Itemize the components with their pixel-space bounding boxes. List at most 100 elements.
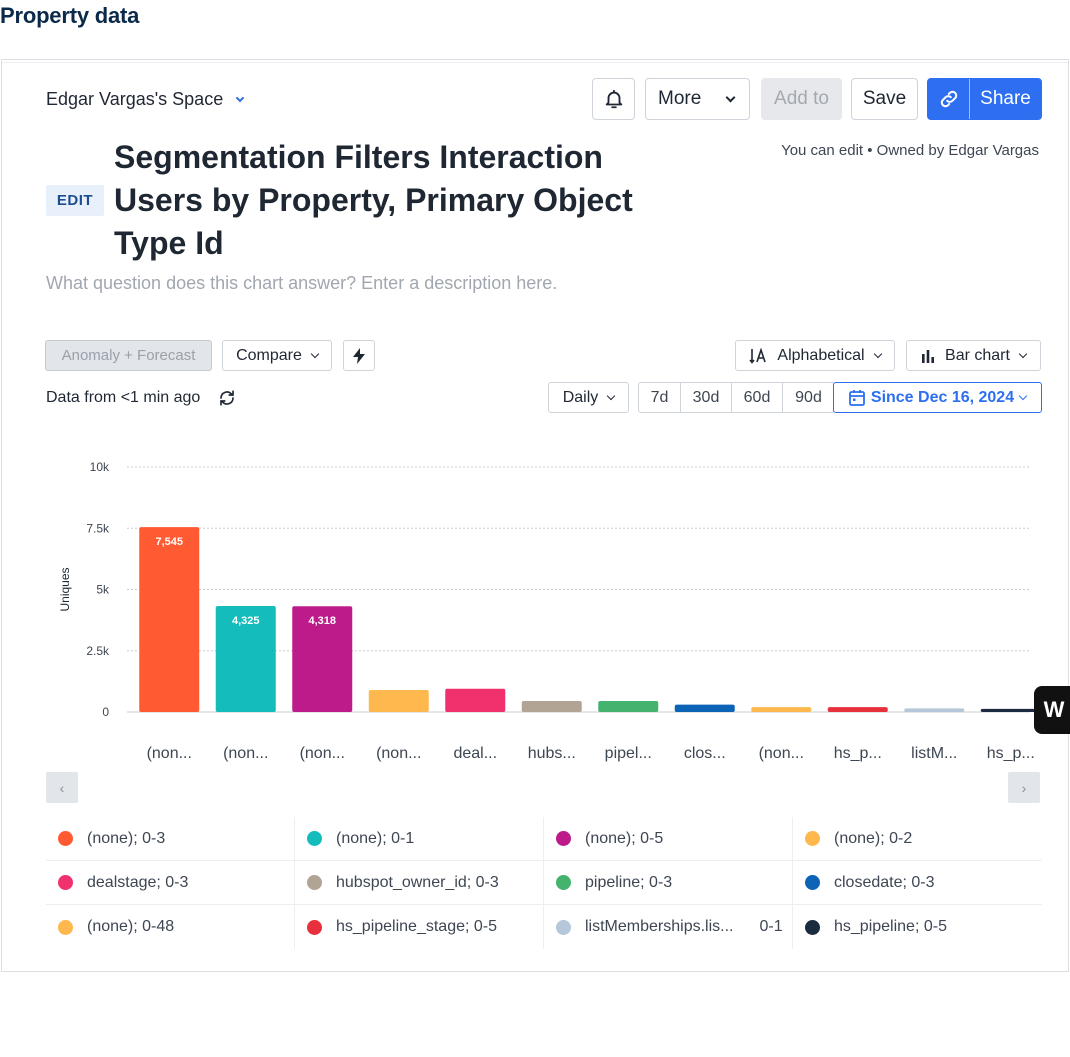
share-button[interactable]: Share	[927, 78, 1042, 120]
chart-title[interactable]: Segmentation Filters Interaction Users b…	[114, 136, 634, 265]
bar	[827, 707, 888, 712]
compare-label: Compare	[236, 346, 302, 364]
legend-label: hs_pipeline; 0-5	[834, 918, 947, 935]
legend-item[interactable]: listMemberships.lis... 0-1	[544, 905, 793, 949]
legend-item[interactable]: (none); 0-48	[46, 905, 295, 949]
chevron-right-icon: ›	[1021, 779, 1027, 796]
anomaly-label: Anomaly + Forecast	[61, 347, 196, 364]
add-to-button[interactable]: Add to	[761, 78, 842, 120]
x-tick-label: (non...	[300, 745, 345, 762]
lightning-icon	[353, 347, 365, 364]
x-tick-label: (non...	[223, 745, 268, 762]
chart-area: 0 2.5k 5k 7.5k 10k Uniques 7,545 (non... 4,325 (n…	[42, 452, 1042, 782]
since-date-picker[interactable]: Since Dec 16, 2024	[833, 382, 1042, 413]
legend-item[interactable]: dealstage; 0-3	[46, 861, 295, 905]
lightning-button[interactable]	[343, 340, 375, 371]
x-tick-label: (non...	[759, 745, 804, 762]
legend-label: dealstage; 0-3	[87, 873, 189, 891]
chevron-left-icon: ‹	[59, 779, 65, 796]
interval-label: Daily	[562, 388, 599, 406]
y-tick-label: 7.5k	[86, 521, 110, 535]
range-7d-button[interactable]: 7d	[639, 383, 681, 412]
calendar-icon	[848, 390, 865, 406]
chart-type-dropdown[interactable]: Bar chart	[906, 340, 1041, 371]
x-tick-label: listM...	[911, 745, 957, 762]
bar-data-label: 7,545	[155, 536, 183, 548]
sort-alpha-icon	[749, 347, 767, 364]
add-to-label: Add to	[774, 88, 829, 109]
chevron-down-icon	[607, 391, 616, 400]
compare-dropdown[interactable]: Compare	[222, 340, 332, 371]
legend-item[interactable]: hubspot_owner_id; 0-3	[295, 861, 544, 905]
data-freshness: Data from <1 min ago	[46, 389, 236, 407]
edit-badge[interactable]: EDIT	[46, 185, 104, 216]
y-tick-label: 5k	[96, 583, 110, 597]
chevron-down-icon	[310, 349, 320, 358]
bar	[751, 707, 812, 712]
bar	[980, 708, 1041, 712]
legend-label: (none); 0-48	[87, 918, 175, 935]
legend-label: (none); 0-2	[834, 829, 913, 847]
bar-data-label: 4,325	[232, 615, 260, 627]
x-tick-label: hs_p...	[987, 745, 1035, 762]
chart-type-label: Bar chart	[945, 346, 1010, 364]
range-30d-button[interactable]: 30d	[681, 383, 732, 412]
legend-item[interactable]: closedate; 0-3	[793, 861, 1042, 905]
sort-label: Alphabetical	[777, 346, 865, 364]
legend-label: listMemberships.lis...	[585, 918, 734, 935]
chevron-down-icon	[235, 93, 245, 102]
bar-chart-icon	[922, 349, 935, 363]
sort-dropdown[interactable]: Alphabetical	[735, 340, 895, 371]
legend-item[interactable]: (none); 0-3	[46, 817, 295, 861]
more-button[interactable]: More	[645, 78, 750, 120]
legend-label: hs_pipeline_stage; 0-5	[336, 918, 498, 935]
bar	[521, 700, 582, 712]
scroll-left-button[interactable]: ‹	[46, 772, 78, 803]
space-selector[interactable]: Edgar Vargas's Space	[46, 89, 245, 110]
x-tick-label: hubs...	[528, 745, 576, 762]
more-label: More	[658, 88, 702, 109]
description-input[interactable]: What question does this chart answer? En…	[46, 273, 557, 294]
notifications-button[interactable]	[592, 78, 635, 120]
legend-item[interactable]: (none); 0-5	[544, 817, 793, 861]
legend-color-dot	[58, 875, 73, 890]
link-icon	[928, 79, 970, 119]
chart-legend: (none); 0-3 (none); 0-1 (none); 0-5 (none);…	[46, 817, 1042, 949]
y-tick-label: 10k	[90, 460, 110, 474]
bar	[445, 688, 506, 712]
legend-color-dot	[58, 919, 73, 935]
interval-dropdown[interactable]: Daily	[548, 382, 629, 413]
save-button[interactable]: Save	[851, 78, 918, 120]
chevron-down-icon	[873, 349, 882, 358]
legend-label: (none); 0-1	[336, 829, 415, 847]
range-90d-button[interactable]: 90d	[783, 383, 834, 412]
x-tick-label: pipel...	[605, 745, 652, 762]
legend-label: (none); 0-5	[585, 829, 664, 847]
legend-color-dot	[307, 831, 322, 846]
legend-item[interactable]: hs_pipeline_stage; 0-5	[295, 905, 544, 949]
bar	[368, 689, 429, 712]
share-label: Share	[980, 88, 1031, 109]
legend-color-dot	[556, 919, 571, 935]
chevron-down-icon	[725, 92, 736, 102]
legend-value: 0-1	[759, 918, 783, 935]
legend-item[interactable]: hs_pipeline; 0-5	[793, 905, 1042, 949]
side-widget-badge[interactable]: W	[1034, 686, 1070, 734]
x-tick-label: hs_p...	[834, 745, 882, 762]
chevron-down-icon	[1018, 349, 1028, 358]
legend-label: (none); 0-3	[87, 829, 166, 847]
scroll-right-button[interactable]: ›	[1008, 772, 1040, 803]
legend-label: pipeline; 0-3	[585, 873, 673, 891]
legend-item[interactable]: pipeline; 0-3	[544, 861, 793, 905]
card-top-border	[2, 60, 1068, 63]
bar	[904, 708, 965, 712]
legend-item[interactable]: (none); 0-1	[295, 817, 544, 861]
bar-data-label: 4,318	[308, 615, 336, 627]
anomaly-forecast-button[interactable]: Anomaly + Forecast	[45, 340, 212, 371]
legend-item[interactable]: (none); 0-2	[793, 817, 1042, 861]
refresh-icon[interactable]	[218, 389, 236, 407]
range-60d-button[interactable]: 60d	[732, 383, 783, 412]
x-tick-label: deal...	[453, 745, 497, 762]
legend-color-dot	[805, 875, 820, 890]
space-name: Edgar Vargas's Space	[46, 89, 224, 109]
